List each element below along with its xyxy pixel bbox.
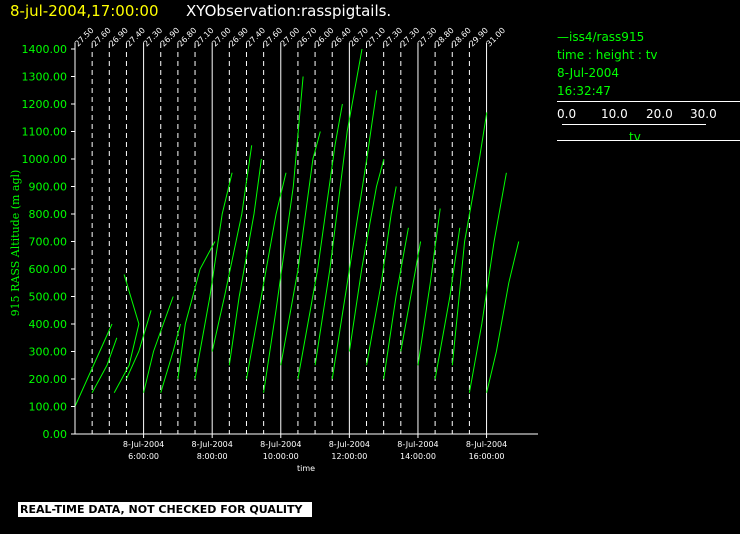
y-tick-label: 900.00 <box>29 181 68 194</box>
y-axis-label: 915 RASS Altitude (m agl) <box>9 170 22 317</box>
x-tick-time: 14:00:00 <box>400 452 436 461</box>
tv-profile-trace <box>125 310 152 380</box>
legend-time: 16:32:47 <box>557 84 611 98</box>
x-tick-date: 8-Jul-2004 <box>192 440 233 449</box>
x-tick-date: 8-Jul-2004 <box>260 440 301 449</box>
x-tick-date: 8-Jul-2004 <box>397 440 438 449</box>
y-tick-label: 1200.00 <box>22 98 68 111</box>
profile-top-value: 31.00 <box>485 26 508 49</box>
y-tick-label: 1100.00 <box>22 126 68 139</box>
legend-date: 8-Jul-2004 <box>557 66 619 80</box>
y-tick-label: 0.00 <box>43 428 68 441</box>
legend-divider <box>557 101 740 102</box>
tv-profile-trace <box>246 172 287 380</box>
tv-profile-trace <box>417 208 441 366</box>
tv-profile-trace <box>366 186 397 366</box>
tv-profile-trace <box>331 90 378 380</box>
rass-pigtail-chart: 0.00 100.00 200.00 300.00 400.00 500.00 600.00… <box>9 26 538 473</box>
tv-profile-trace <box>211 145 253 352</box>
x-tick-date: 8-Jul-2004 <box>123 440 164 449</box>
tv-profile-trace <box>263 76 304 393</box>
tv-profile-trace <box>486 241 520 393</box>
x-axis-label: time <box>297 464 315 473</box>
scale-variable-label: tv <box>629 130 641 144</box>
y-tick-label: 800.00 <box>29 208 68 221</box>
tv-profile-trace <box>177 241 216 380</box>
tv-profile-trace <box>143 296 174 393</box>
tv-profile-trace <box>383 227 409 380</box>
scale-tick-2: 20.0 <box>646 107 673 121</box>
x-tick-time: 6:00:00 <box>128 452 159 461</box>
plot-axes <box>71 45 538 438</box>
scale-tick-3: 30.0 <box>690 107 717 121</box>
x-tick-time: 12:00:00 <box>331 452 367 461</box>
y-tick-label: 1300.00 <box>22 71 68 84</box>
scale-tick-0: 0.0 <box>557 107 577 121</box>
x-tick-date: 8-Jul-2004 <box>329 440 370 449</box>
tv-profile-trace <box>194 172 233 380</box>
quality-disclaimer: REAL-TIME DATA, NOT CHECKED FOR QUALITY <box>18 502 312 517</box>
tv-profile-trace <box>91 337 118 394</box>
y-tick-label: 200.00 <box>29 373 68 386</box>
tv-profile-trace <box>314 48 363 366</box>
y-tick-label: 400.00 <box>29 318 68 331</box>
tv-profile-trace <box>468 172 507 393</box>
tv-profile-trace <box>280 131 321 366</box>
x-tick-time: 8:00:00 <box>197 452 228 461</box>
time-gridlines <box>74 43 488 434</box>
legend-divider-bottom <box>557 140 740 141</box>
tv-profile-trace <box>297 103 343 380</box>
scale-bar <box>562 124 706 125</box>
x-tick-time: 16:00:00 <box>469 452 505 461</box>
scale-tick-1: 10.0 <box>601 107 628 121</box>
profile-value-labels: 27.5027.6026.9027.4027.3026.9026.8027.10… <box>73 26 507 49</box>
tv-profile-trace <box>434 227 461 380</box>
y-tick-label: 1000.00 <box>22 153 68 166</box>
legend-series: —iss4/rass915 <box>557 30 645 44</box>
y-tick-label: 300.00 <box>29 346 68 359</box>
x-tick-date: 8-Jul-2004 <box>466 440 507 449</box>
y-tick-label: 1400.00 <box>22 43 68 56</box>
x-tick-time: 10:00:00 <box>263 452 299 461</box>
y-tick-label: 100.00 <box>29 401 68 414</box>
y-tick-label: 600.00 <box>29 263 68 276</box>
legend-axes-desc: time : height : tv <box>557 48 658 62</box>
y-tick-label: 700.00 <box>29 236 68 249</box>
tv-profile-trace <box>74 323 113 407</box>
y-tick-label: 500.00 <box>29 291 68 304</box>
